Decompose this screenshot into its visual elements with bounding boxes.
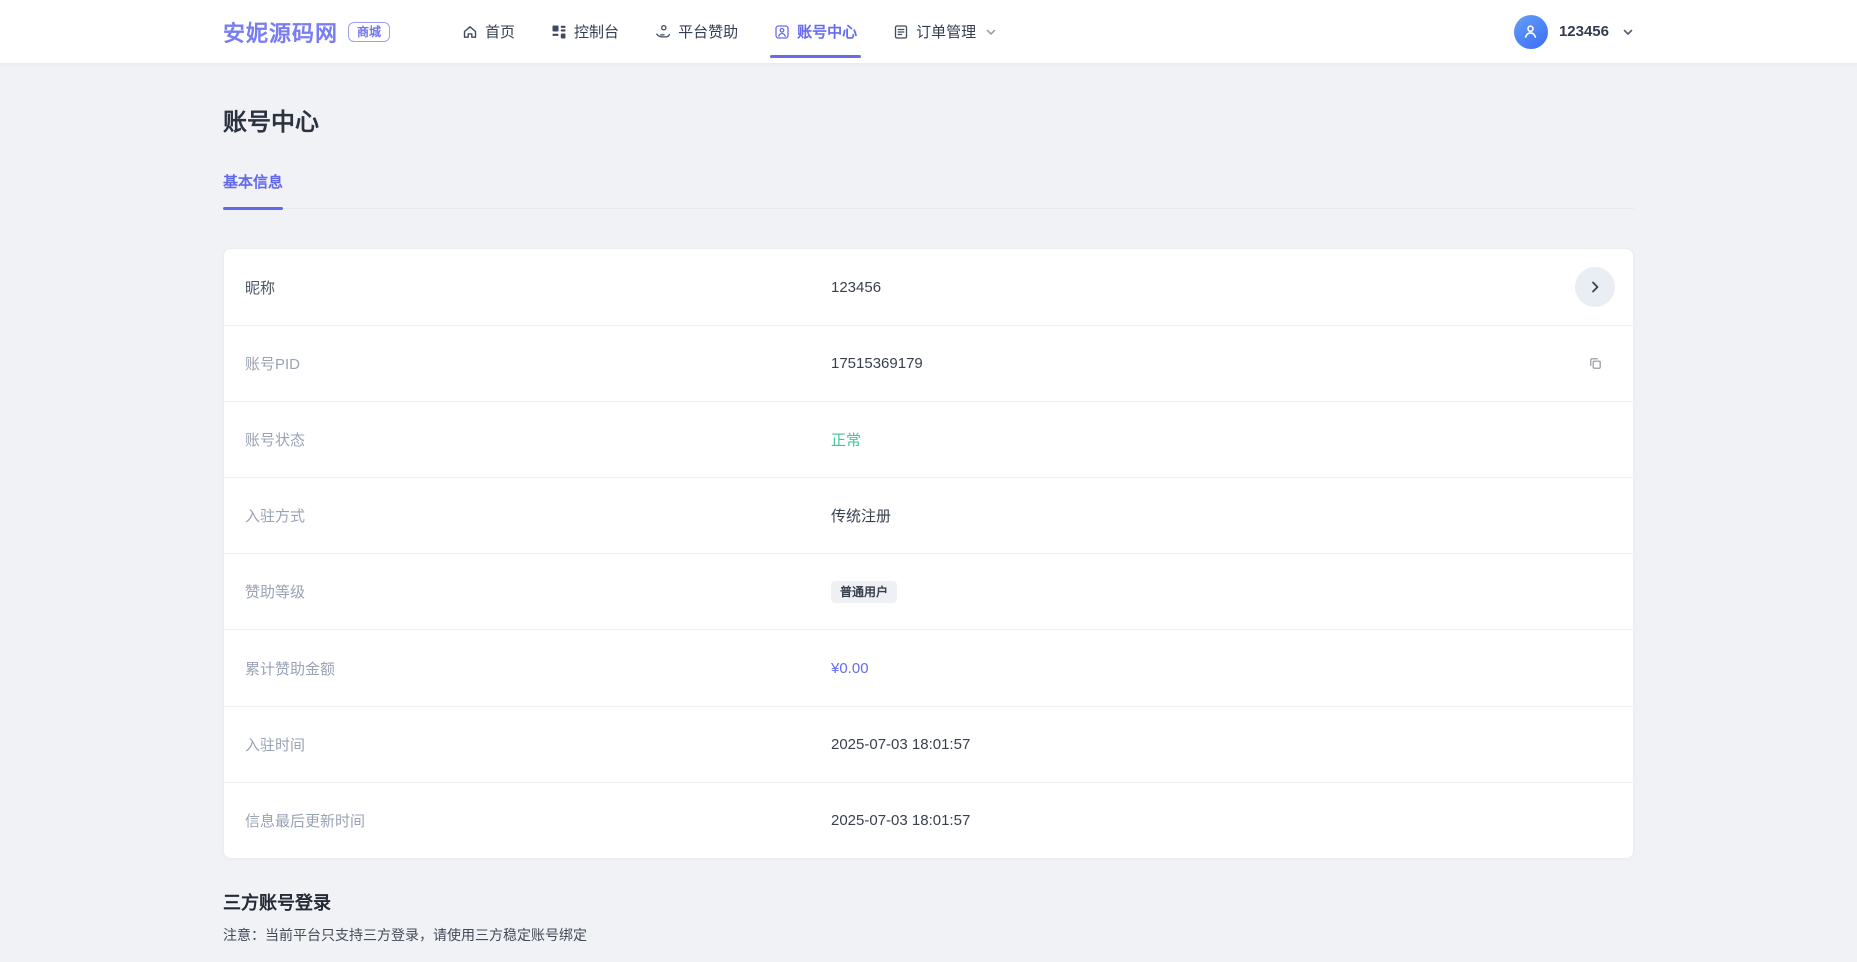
- row-sponsor-level: 赞助等级 普通用户: [224, 553, 1633, 629]
- row-last-update-time: 信息最后更新时间 2025-07-03 18:01:57: [224, 782, 1633, 858]
- chevron-down-icon: [985, 26, 997, 38]
- brand-name: 安妮源码网: [223, 16, 338, 48]
- nav-item-orders[interactable]: 订单管理: [875, 0, 1015, 63]
- account-card-icon: [774, 24, 790, 40]
- nav-item-label: 订单管理: [916, 21, 976, 42]
- avatar: [1514, 15, 1548, 49]
- row-value: 2025-07-03 18:01:57: [831, 812, 1571, 829]
- status-badge: 正常: [831, 429, 1571, 450]
- top-navbar: 安妮源码网 商城 首页 控制台 平台赞助: [0, 0, 1857, 64]
- row-label: 昵称: [245, 277, 831, 298]
- row-label: 账号PID: [245, 353, 831, 374]
- row-sponsor-amount: 累计赞助金额 ¥0.00: [224, 629, 1633, 705]
- brand-badge: 商城: [348, 22, 390, 42]
- tab-label: 基本信息: [223, 174, 283, 191]
- chevron-down-icon: [1622, 26, 1634, 38]
- tabs: 基本信息: [223, 171, 1634, 209]
- brand-logo[interactable]: 安妮源码网 商城: [223, 16, 390, 48]
- main-content: 账号中心 基本信息 昵称 123456 账号PID 17515369179: [223, 102, 1634, 962]
- row-label: 信息最后更新时间: [245, 810, 831, 831]
- nav-item-label: 首页: [485, 21, 515, 42]
- row-join-time: 入驻时间 2025-07-03 18:01:57: [224, 706, 1633, 782]
- nav-item-home[interactable]: 首页: [444, 0, 533, 63]
- row-label: 累计赞助金额: [245, 658, 831, 679]
- row-value: 传统注册: [831, 505, 1571, 526]
- row-value: 2025-07-03 18:01:57: [831, 736, 1571, 753]
- row-value: 17515369179: [831, 355, 1571, 372]
- person-icon: [1521, 22, 1540, 41]
- row-register-method: 入驻方式 传统注册: [224, 477, 1633, 553]
- row-label: 账号状态: [245, 429, 831, 450]
- third-party-title: 三方账号登录: [223, 889, 1634, 915]
- main-nav: 首页 控制台 平台赞助 账号中心: [444, 0, 1015, 63]
- row-value: ¥0.00: [831, 660, 1571, 677]
- row-nickname: 昵称 123456: [224, 249, 1633, 325]
- tab-basic-info[interactable]: 基本信息: [223, 171, 283, 208]
- third-party-note: 注意：当前平台只支持三方登录，请使用三方稳定账号绑定: [223, 925, 1634, 945]
- username: 123456: [1559, 23, 1609, 40]
- sponsor-level-tag: 普通用户: [831, 581, 897, 603]
- edit-nickname-button[interactable]: [1575, 267, 1615, 307]
- hand-coin-icon: [655, 24, 671, 40]
- row-label: 入驻方式: [245, 505, 831, 526]
- copy-icon: [1588, 356, 1603, 371]
- row-account-status: 账号状态 正常: [224, 401, 1633, 477]
- copy-pid-button[interactable]: [1584, 352, 1607, 375]
- nav-item-console[interactable]: 控制台: [533, 0, 637, 63]
- user-menu[interactable]: 123456: [1514, 15, 1634, 49]
- orders-icon: [893, 24, 909, 40]
- row-value: 123456: [831, 279, 1571, 296]
- nav-item-label: 控制台: [574, 21, 619, 42]
- row-account-pid: 账号PID 17515369179: [224, 325, 1633, 401]
- profile-card: 昵称 123456 账号PID 17515369179 账号状态 正常 入驻: [223, 248, 1634, 859]
- nav-item-account-center[interactable]: 账号中心: [756, 0, 875, 63]
- page-title: 账号中心: [223, 102, 1634, 137]
- row-label: 入驻时间: [245, 734, 831, 755]
- nav-item-sponsor[interactable]: 平台赞助: [637, 0, 756, 63]
- nav-item-label: 账号中心: [797, 21, 857, 42]
- dashboard-icon: [551, 24, 567, 40]
- nav-item-label: 平台赞助: [678, 21, 738, 42]
- home-icon: [462, 24, 478, 40]
- row-label: 赞助等级: [245, 581, 831, 602]
- chevron-right-icon: [1587, 279, 1603, 295]
